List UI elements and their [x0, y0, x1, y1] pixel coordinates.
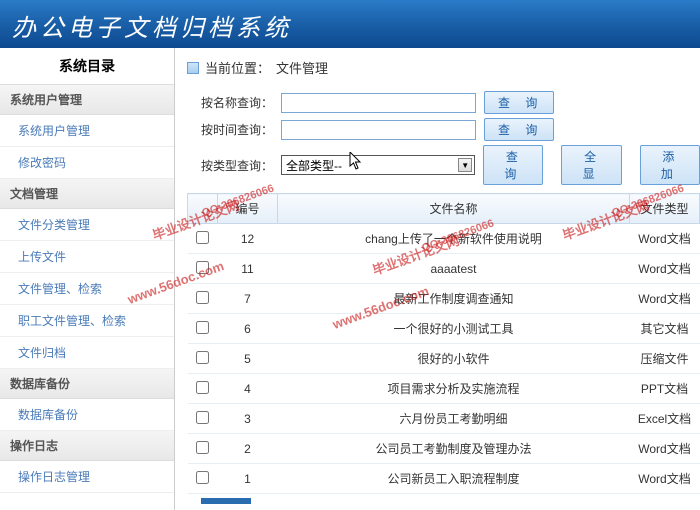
table-row[interactable]: 12chang上传了一个新软件使用说明Word文档 [188, 224, 700, 254]
row-checkbox[interactable] [196, 261, 209, 274]
breadcrumb: 当前位置： 文件管理 [187, 54, 700, 87]
app-header: 办公电子文档归档系统 [0, 0, 700, 48]
table-header: 编号 [218, 194, 278, 224]
cell-name: 一个很好的小测试工具 [278, 314, 630, 344]
table-row[interactable]: 6一个很好的小测试工具其它文档 [188, 314, 700, 344]
row-checkbox[interactable] [196, 351, 209, 364]
row-checkbox[interactable] [196, 231, 209, 244]
show-all-button[interactable]: 全 显 [561, 145, 621, 185]
cell-type: Word文档 [630, 224, 700, 254]
cell-name: chang上传了一个新软件使用说明 [278, 224, 630, 254]
cell-name: 公司员工考勤制度及管理办法 [278, 434, 630, 464]
row-checkbox[interactable] [196, 291, 209, 304]
row-checkbox[interactable] [196, 321, 209, 334]
sidebar-item[interactable]: 操作日志管理 [0, 461, 174, 493]
cell-type: Word文档 [630, 284, 700, 314]
breadcrumb-current: 文件管理 [276, 58, 328, 77]
sidebar-group: 操作日志 [0, 431, 174, 461]
row-checkbox[interactable] [196, 441, 209, 454]
table-row[interactable]: 1公司新员工入职流程制度Word文档 [188, 464, 700, 494]
location-icon [187, 62, 199, 74]
cell-type: 压缩文件 [630, 344, 700, 374]
cell-type: Word文档 [630, 434, 700, 464]
table-row[interactable]: 3六月份员工考勤明细Excel文档 [188, 404, 700, 434]
sidebar-item[interactable]: 文件归档 [0, 337, 174, 369]
search-type-label: 按类型查询： [201, 157, 273, 174]
add-button[interactable]: 添 加 [640, 145, 700, 185]
table-row[interactable]: 5很好的小软件压缩文件 [188, 344, 700, 374]
table-header [188, 194, 218, 224]
sidebar-item[interactable]: 数据库备份 [0, 399, 174, 431]
sidebar-item[interactable]: 文件分类管理 [0, 209, 174, 241]
search-name-label: 按名称查询： [201, 94, 273, 111]
cell-name: 项目需求分析及实施流程 [278, 374, 630, 404]
cell-id: 5 [218, 344, 278, 374]
file-table: 编号文件名称文件类型 12chang上传了一个新软件使用说明Word文档11aa… [187, 193, 700, 494]
cell-id: 6 [218, 314, 278, 344]
search-name-button[interactable]: 查 询 [484, 91, 554, 114]
main-panel: 当前位置： 文件管理 按名称查询： 查 询 按时间查询： 查 询 按类型查询： … [175, 48, 700, 510]
search-type-select[interactable]: 全部类型-- ▼ [281, 155, 475, 175]
sidebar-group: 系统用户管理 [0, 85, 174, 115]
sidebar-item[interactable]: 文件管理、检索 [0, 273, 174, 305]
cell-id: 4 [218, 374, 278, 404]
cell-type: Word文档 [630, 254, 700, 284]
cell-id: 12 [218, 224, 278, 254]
cell-type: 其它文档 [630, 314, 700, 344]
type-select-value: 全部类型-- [286, 157, 342, 174]
sidebar: 系统目录 系统用户管理系统用户管理修改密码文档管理文件分类管理上传文件文件管理、… [0, 48, 175, 510]
sidebar-group: 文档管理 [0, 179, 174, 209]
row-checkbox[interactable] [196, 411, 209, 424]
search-time-button[interactable]: 查 询 [484, 118, 554, 141]
row-checkbox[interactable] [196, 471, 209, 484]
cell-name: aaaatest [278, 254, 630, 284]
breadcrumb-prefix: 当前位置： [205, 58, 270, 77]
cell-name: 公司新员工入职流程制度 [278, 464, 630, 494]
search-time-input[interactable] [281, 120, 476, 140]
table-row[interactable]: 11aaaatestWord文档 [188, 254, 700, 284]
row-checkbox[interactable] [196, 381, 209, 394]
search-name-input[interactable] [281, 93, 476, 113]
cell-id: 3 [218, 404, 278, 434]
cell-name: 最新工作制度调查通知 [278, 284, 630, 314]
cell-name: 很好的小软件 [278, 344, 630, 374]
sidebar-item[interactable]: 上传文件 [0, 241, 174, 273]
cell-type: PPT文档 [630, 374, 700, 404]
cell-type: Word文档 [630, 464, 700, 494]
search-time-label: 按时间查询： [201, 121, 273, 138]
table-row[interactable]: 7最新工作制度调查通知Word文档 [188, 284, 700, 314]
cell-type: Excel文档 [630, 404, 700, 434]
cell-id: 11 [218, 254, 278, 284]
cell-id: 2 [218, 434, 278, 464]
search-type-button[interactable]: 查 询 [483, 145, 543, 185]
app-title: 办公电子文档归档系统 [12, 15, 292, 42]
footer-accent [201, 498, 251, 504]
cell-id: 7 [218, 284, 278, 314]
table-row[interactable]: 2公司员工考勤制度及管理办法Word文档 [188, 434, 700, 464]
cell-id: 1 [218, 464, 278, 494]
sidebar-item[interactable]: 修改密码 [0, 147, 174, 179]
sidebar-item[interactable]: 职工文件管理、检索 [0, 305, 174, 337]
cell-name: 六月份员工考勤明细 [278, 404, 630, 434]
table-header: 文件名称 [278, 194, 630, 224]
sidebar-item[interactable]: 系统用户管理 [0, 115, 174, 147]
sidebar-group: 数据库备份 [0, 369, 174, 399]
table-header: 文件类型 [630, 194, 700, 224]
sidebar-title: 系统目录 [0, 48, 174, 85]
chevron-down-icon: ▼ [458, 158, 472, 172]
table-row[interactable]: 4项目需求分析及实施流程PPT文档 [188, 374, 700, 404]
